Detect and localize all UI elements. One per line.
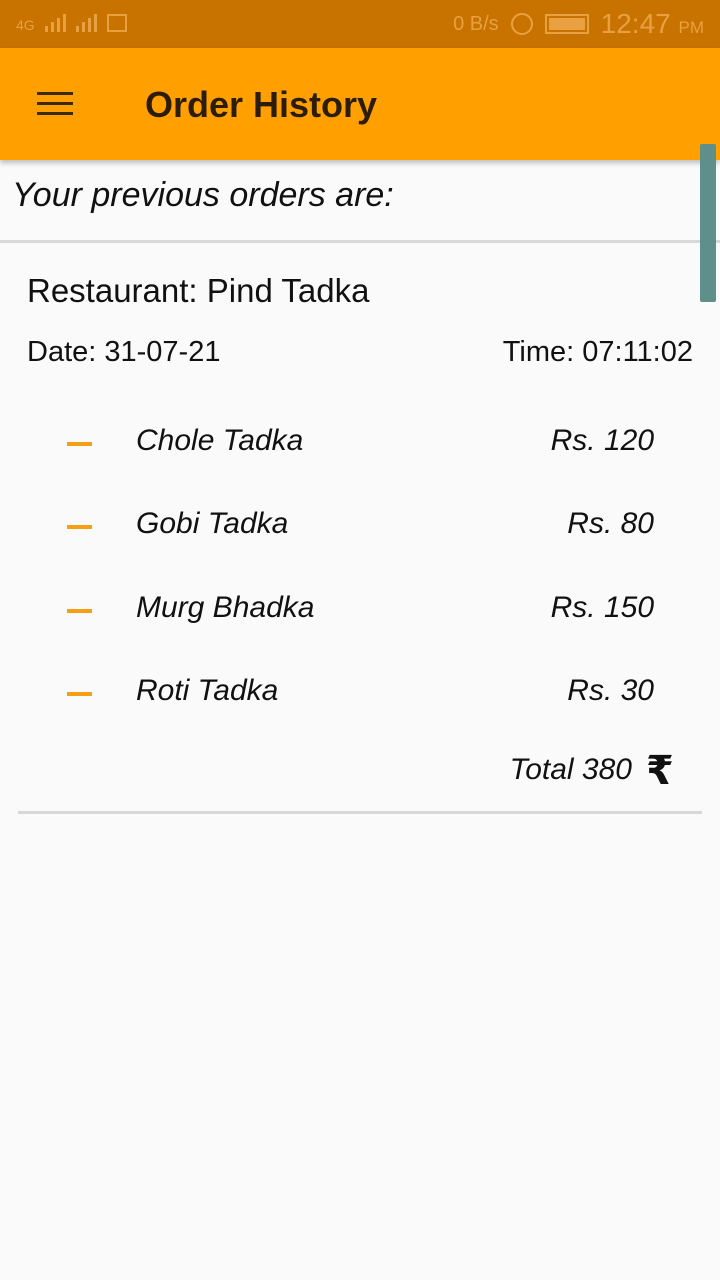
signal-icon: [44, 10, 66, 32]
item-name: Roti Tadka: [136, 674, 279, 707]
page-title: Order History: [145, 84, 378, 125]
divider: [0, 240, 720, 243]
app-bar: Order History: [0, 48, 720, 160]
dash-icon: [67, 442, 92, 446]
divider: [18, 811, 702, 814]
dash-icon: [67, 609, 92, 613]
dash-icon: [67, 525, 92, 529]
status-right: 0 B/s 12:47 PM: [453, 8, 704, 40]
item-price: Rs. 30: [567, 674, 654, 707]
order-time: Time: 07:11:02: [502, 336, 693, 368]
clock-ampm: PM: [678, 18, 705, 37]
image-notification-icon: [106, 14, 127, 32]
status-left: 4G: [16, 10, 127, 32]
dash-icon: [67, 692, 92, 696]
order-total: Total 380: [509, 753, 632, 786]
order-item: Murg Bhadka Rs. 150: [0, 591, 720, 631]
order-history-screen: 4G 0 B/s 12:47 PM Order History Your pre…: [0, 0, 720, 1280]
item-name: Gobi Tadka: [136, 507, 289, 540]
order-date: Date: 31-07-21: [27, 336, 221, 368]
item-price: Rs. 120: [550, 424, 654, 457]
restaurant-name: Restaurant: Pind Tadka: [27, 272, 370, 309]
data-speed: 0 B/s: [453, 12, 499, 35]
signal-icon-2: [75, 10, 97, 32]
hamburger-menu-icon[interactable]: [34, 90, 74, 118]
item-name: Chole Tadka: [136, 424, 304, 457]
item-name: Murg Bhadka: [136, 591, 315, 624]
order-item: Roti Tadka Rs. 30: [0, 674, 720, 714]
item-price: Rs. 150: [550, 591, 654, 624]
order-item: Chole Tadka Rs. 120: [0, 424, 720, 464]
network-type: 4G: [16, 17, 35, 33]
status-bar: 4G 0 B/s 12:47 PM: [0, 0, 720, 48]
scroll-indicator[interactable]: [700, 144, 716, 302]
order-item: Gobi Tadka Rs. 80: [0, 507, 720, 547]
clock-time: 12:47: [600, 8, 671, 39]
battery-icon: [544, 14, 589, 34]
clock: 12:47 PM: [601, 8, 704, 40]
item-price: Rs. 80: [567, 507, 654, 540]
rupee-icon: ₹: [646, 749, 674, 793]
alarm-icon: [510, 13, 533, 35]
orders-subtitle: Your previous orders are:: [12, 176, 394, 214]
